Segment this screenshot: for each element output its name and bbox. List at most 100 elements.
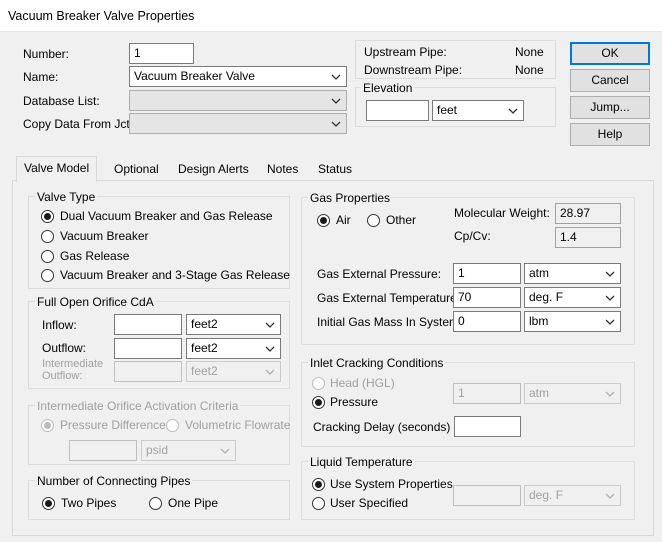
orifice-label: Full Open Orifice CdA [35,295,156,309]
tab-optional[interactable]: Optional [108,160,165,180]
activation-criteria-label: Intermediate Orifice Activation Criteria [35,399,241,413]
cancel-button[interactable]: Cancel [570,69,650,92]
gas-properties-label: Gas Properties [308,191,393,205]
inflow-input[interactable] [114,314,182,335]
gas-mass-label: Initial Gas Mass In System: [317,315,463,329]
molecular-weight-label: Molecular Weight: [454,206,550,220]
tab-valve-model[interactable]: Valve Model [16,156,98,182]
inflow-unit-value: feet2 [191,317,218,331]
chevron-down-icon [508,108,518,114]
number-input[interactable]: 1 [129,43,194,64]
user-specified-label: User Specified [330,496,409,510]
chevron-down-icon [605,391,615,397]
one-pipe-radio[interactable] [149,497,162,510]
cracking-unit-dropdown[interactable]: atm [524,383,621,404]
valve-type-radio-dual[interactable] [41,210,54,223]
gas-air-radio[interactable] [317,214,330,227]
intermediate-label-line1: Intermediate [42,358,104,370]
ok-button[interactable]: OK [570,42,650,65]
chevron-down-icon [331,74,341,80]
liquid-temperature-input[interactable] [453,485,521,506]
cp-cv-value: 1.4 [555,227,621,248]
liquid-temperature-unit-value: deg. F [529,488,564,502]
database-list-label: Database List: [23,94,100,108]
copy-data-dropdown[interactable] [129,113,347,134]
name-combo[interactable]: Vacuum Breaker Valve [129,66,347,87]
cp-cv-label: Cp/Cv: [454,229,491,243]
cracking-delay-input[interactable] [454,416,521,437]
name-label: Name: [23,70,59,84]
downstream-pipe-label: Downstream Pipe: [364,63,463,77]
valve-type-option-dual: Dual Vacuum Breaker and Gas Release [60,209,273,223]
chevron-down-icon [605,295,615,301]
one-pipe-label: One Pipe [168,496,219,510]
chevron-down-icon [265,369,275,375]
elevation-unit-value: feet [437,103,458,117]
valve-type-radio-3stage[interactable] [41,269,54,282]
user-specified-radio[interactable] [312,497,325,510]
chevron-down-icon [265,346,275,352]
activation-value-input[interactable] [69,440,137,461]
valve-type-option-3stage: Vacuum Breaker and 3-Stage Gas Release [60,268,290,282]
intermediate-unit-value: feet2 [191,364,218,378]
external-temperature-label: Gas External Temperature: [317,291,461,305]
external-pressure-label: Gas External Pressure: [317,267,442,281]
upstream-pipe-label: Upstream Pipe: [364,45,447,59]
valve-type-label: Valve Type [35,190,98,204]
outflow-input[interactable] [114,338,182,359]
cracking-value-input[interactable]: 1 [453,383,521,404]
chevron-down-icon [331,98,341,104]
liquid-temperature-unit-dropdown[interactable]: deg. F [524,485,621,506]
two-pipes-radio[interactable] [42,497,55,510]
elevation-label: Elevation [361,81,415,95]
intermediate-unit-dropdown[interactable]: feet2 [186,361,281,382]
tab-design-alerts[interactable]: Design Alerts [172,160,255,180]
chevron-down-icon [220,448,230,454]
external-temperature-input[interactable]: 70 [453,287,521,308]
volumetric-flowrate-label: Volumetric Flowrate [185,418,291,432]
elevation-unit-dropdown[interactable]: feet [432,100,524,121]
number-label: Number: [23,47,70,61]
tab-strip-line [12,180,654,181]
cracking-delay-label: Cracking Delay (seconds) [313,420,451,434]
outflow-label: Outflow: [42,341,87,355]
valve-type-option-gas: Gas Release [60,249,130,263]
valve-type-radio-gas[interactable] [41,250,54,263]
outflow-unit-value: feet2 [191,341,218,355]
external-pressure-input[interactable]: 1 [453,263,521,284]
jump-button[interactable]: Jump... [570,96,650,119]
intermediate-outflow-input[interactable] [114,361,182,382]
external-temperature-unit-dropdown[interactable]: deg. F [524,287,621,308]
gas-other-label: Other [386,213,417,227]
cracking-head-radio[interactable] [312,377,325,390]
inflow-unit-dropdown[interactable]: feet2 [186,314,281,335]
cracking-pressure-radio[interactable] [312,396,325,409]
cracking-pressure-label: Pressure [330,395,379,409]
gas-mass-unit-dropdown[interactable]: lbm [524,311,621,332]
gas-air-label: Air [336,213,351,227]
help-button[interactable]: Help [570,123,650,146]
database-list-dropdown[interactable] [129,90,347,111]
external-pressure-unit-dropdown[interactable]: atm [524,263,621,284]
liquid-temperature-label: Liquid Temperature [308,455,415,469]
pressure-difference-radio[interactable] [41,419,54,432]
gas-mass-input[interactable]: 0 [453,311,521,332]
chevron-down-icon [605,271,615,277]
connecting-pipes-label: Number of Connecting Pipes [35,474,193,488]
external-temperature-unit-value: deg. F [529,290,564,304]
intermediate-label-line2: Outflow: [42,370,83,382]
valve-type-radio-vacuum[interactable] [41,230,54,243]
window-title: Vacuum Breaker Valve Properties [8,9,195,23]
downstream-pipe-value: None [515,63,544,77]
tab-notes[interactable]: Notes [261,160,304,180]
tab-status[interactable]: Status [312,160,358,180]
name-value: Vacuum Breaker Valve [134,69,255,83]
activation-unit-value: psid [146,443,169,457]
elevation-input[interactable] [366,100,429,121]
two-pipes-label: Two Pipes [61,496,117,510]
gas-other-radio[interactable] [367,214,380,227]
activation-unit-dropdown[interactable]: psid [141,440,236,461]
volumetric-flowrate-radio[interactable] [166,419,179,432]
use-system-properties-radio[interactable] [312,478,325,491]
outflow-unit-dropdown[interactable]: feet2 [186,338,281,359]
